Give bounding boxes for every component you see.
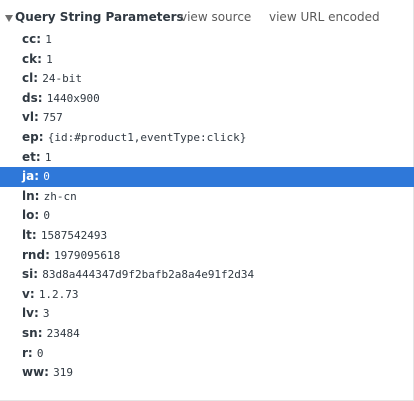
param-name: ln: [22, 188, 35, 203]
param-row-lv[interactable]: lv: 3: [0, 304, 414, 324]
param-value: 1979095618: [54, 248, 121, 262]
param-separator: :: [27, 345, 37, 360]
param-separator: :: [29, 286, 39, 301]
param-value: 1: [46, 52, 53, 66]
param-name: lv: [22, 306, 34, 321]
param-value: 1440x900: [46, 91, 100, 105]
param-row-ww[interactable]: ww: 319: [0, 363, 414, 383]
param-name: cl: [22, 71, 34, 86]
param-separator: :: [35, 149, 45, 164]
param-value: 3: [42, 307, 50, 321]
param-name: cc: [22, 32, 37, 46]
param-value: zh-cn: [43, 189, 77, 203]
param-row-et[interactable]: et: 1: [0, 148, 414, 168]
param-value: 1.2.73: [38, 287, 79, 301]
param-name: rnd: [22, 247, 46, 262]
param-row-ds[interactable]: ds: 1440x900: [0, 89, 414, 109]
param-name: si: [22, 267, 34, 282]
param-separator: :: [34, 169, 44, 184]
param-separator: :: [44, 365, 54, 380]
param-value: 0: [43, 209, 50, 223]
param-row-si[interactable]: si: 83d8a444347d9f2bafb2a8a4e91f2d34: [0, 265, 414, 285]
section-title[interactable]: Query String Parameters: [15, 10, 184, 24]
param-value: 1587542493: [40, 228, 108, 242]
param-value: 1: [44, 150, 52, 164]
param-row-ep[interactable]: ep: {id:#product1,eventType:click}: [0, 128, 414, 148]
param-separator: :: [37, 90, 47, 105]
param-separator: :: [33, 306, 43, 321]
param-row-r[interactable]: r: 0: [0, 344, 414, 364]
param-value: 319: [53, 366, 74, 380]
param-separator: :: [36, 32, 46, 46]
param-row-cl[interactable]: cl: 24-bit: [0, 69, 414, 89]
param-row-lt[interactable]: lt: 1587542493: [0, 226, 414, 246]
param-separator: :: [34, 208, 44, 223]
param-name: et: [22, 149, 36, 164]
param-row-ja[interactable]: ja: 0: [0, 167, 414, 187]
param-separator: :: [33, 71, 43, 86]
view-source-link[interactable]: view source: [180, 10, 251, 24]
param-name: vl: [22, 110, 34, 125]
param-row-sn[interactable]: sn: 23484: [0, 324, 414, 344]
param-name: ep: [22, 129, 39, 144]
param-separator: :: [34, 188, 44, 203]
param-name: ds: [22, 90, 38, 105]
param-separator: :: [31, 227, 41, 242]
param-value: 83d8a444347d9f2bafb2a8a4e91f2d34: [42, 268, 255, 282]
param-row-vl[interactable]: vl: 757: [0, 108, 414, 128]
param-value: 757: [42, 111, 63, 125]
param-row-v[interactable]: v: 1.2.73: [0, 285, 414, 305]
param-name: sn: [22, 325, 38, 340]
param-row-lo[interactable]: lo: 0: [0, 206, 414, 226]
params-list: cc: 1 ck: 1 cl: 24-bit ds: 1440x900 vl: 757 e…: [0, 30, 414, 383]
param-separator: :: [37, 325, 47, 340]
param-separator: :: [38, 129, 48, 144]
param-value: {id:#product1,eventType:click}: [47, 130, 247, 144]
param-value: 24-bit: [42, 72, 82, 86]
param-value: 0: [43, 170, 50, 184]
param-separator: :: [33, 110, 43, 125]
param-row-ln[interactable]: ln: zh-cn: [0, 187, 414, 207]
param-name: ck: [22, 51, 38, 66]
param-name: lo: [22, 208, 35, 223]
view-url-encoded-link[interactable]: view URL encoded: [269, 10, 380, 24]
param-separator: :: [37, 51, 47, 66]
param-name: ja: [22, 169, 35, 184]
param-value: 1: [45, 33, 52, 46]
param-separator: :: [33, 267, 43, 282]
param-name: v: [22, 286, 30, 301]
param-name: ww: [22, 365, 45, 380]
param-value: 23484: [46, 326, 80, 340]
section-header[interactable]: Query String Parameters view source view…: [0, 9, 414, 29]
param-row-cc[interactable]: cc: 1: [0, 30, 414, 50]
param-name: lt: [22, 227, 32, 242]
param-row-ck[interactable]: ck: 1: [0, 50, 414, 70]
param-value: 0: [36, 346, 44, 360]
query-string-panel: Query String Parameters view source view…: [0, 0, 414, 401]
param-row-rnd[interactable]: rnd: 1979095618: [0, 246, 414, 266]
param-separator: :: [45, 247, 55, 262]
collapse-triangle-icon[interactable]: [5, 15, 13, 22]
